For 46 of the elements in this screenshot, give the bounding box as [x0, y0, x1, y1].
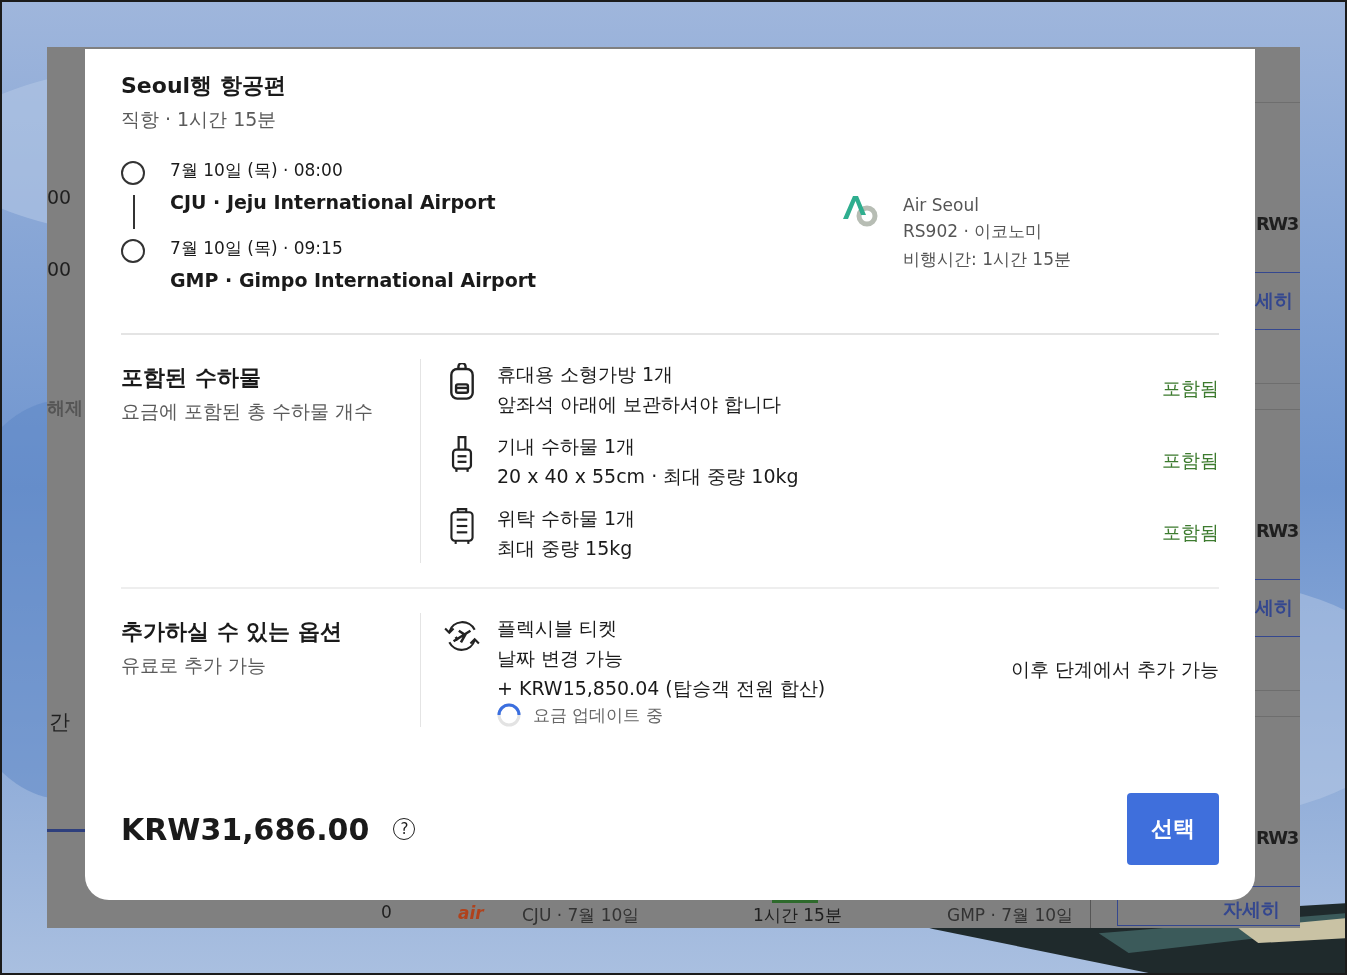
stop-marker-icon: [121, 239, 145, 263]
price-text: RW3: [1256, 212, 1298, 236]
dialog-subtitle: 직항 · 1시간 15분: [121, 107, 278, 132]
section-heading: 간: [49, 709, 70, 736]
section-subtitle: 요금에 포함된 총 수하물 개수: [121, 399, 375, 424]
availability-label: 이후 단계에서 추가 가능: [1010, 657, 1219, 682]
section-title: 추가하실 수 있는 옵션: [121, 618, 343, 646]
option-detail: 날짜 변경 가능: [497, 646, 625, 671]
total-price: KRW31,686.00: [121, 811, 370, 847]
baggage-detail: 20 x 40 x 55cm · 최대 중량 10kg: [497, 464, 799, 489]
select-button[interactable]: 선택: [1127, 793, 1219, 865]
stop-marker-icon: [121, 161, 145, 185]
price-text: 00: [47, 186, 72, 208]
departure-text: CJU · 7월 10일: [522, 904, 640, 926]
included-label: 포함됨: [1162, 376, 1219, 401]
airport-name: GMP · Gimpo International Airport: [170, 269, 537, 291]
arrival-text: GMP · 7월 10일: [947, 904, 1074, 926]
duration-text: 1시간 15분: [753, 904, 842, 926]
backpack-icon: [447, 363, 477, 401]
flight-info-text: Air Seoul: [903, 195, 980, 215]
baggage-name: 기내 수하물 1개: [497, 434, 637, 459]
baggage-name: 휴대용 소형가방 1개: [497, 362, 675, 387]
count-text: 0: [381, 901, 392, 923]
price-text: RW3: [1256, 519, 1298, 543]
included-label: 포함됨: [1162, 448, 1219, 473]
price-text: 00: [47, 258, 72, 280]
baggage-detail: 최대 중량 15kg: [497, 536, 634, 561]
airport-name: CJU · Jeju International Airport: [170, 191, 496, 213]
dialog-title: Seoul행 항공편: [121, 72, 287, 100]
airline-logo: air: [458, 902, 484, 924]
tab-underline: [47, 829, 87, 832]
option-name: 플렉시블 티켓: [497, 616, 619, 641]
section-title: 포함된 수하물: [121, 364, 262, 392]
departure-time: 7월 10일 (목) · 09:15: [170, 237, 344, 260]
flight-info-text: 비행시간: 1시간 15분: [903, 248, 1071, 271]
price-text: RW3: [1256, 826, 1298, 850]
baggage-detail: 앞좌석 아래에 보관하셔야 합니다: [497, 392, 782, 417]
flight-info-text: RS902 · 이코노미: [903, 220, 1044, 243]
option-price: + KRW15,850.04 (탑승객 전원 합산): [497, 676, 826, 701]
suitcase-icon: [447, 507, 477, 545]
route-line: [133, 195, 135, 229]
section-subtitle: 유료로 추가 가능: [121, 653, 268, 678]
loading-text: 요금 업데이트 중: [533, 704, 663, 727]
included-label: 포함됨: [1162, 520, 1219, 545]
baggage-name: 위탁 수하물 1개: [497, 506, 636, 531]
departure-time: 7월 10일 (목) · 08:00: [170, 159, 344, 182]
